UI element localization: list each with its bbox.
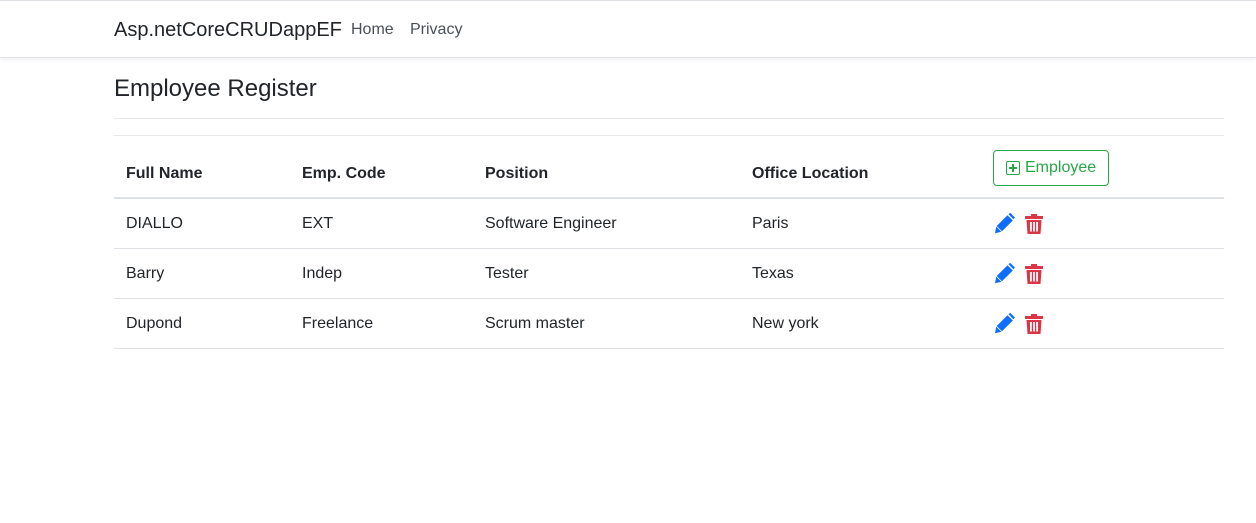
employee-table: Full Name Emp. Code Position Office Loca…	[114, 136, 1224, 349]
cell-office-location: Paris	[740, 198, 981, 249]
delete-button[interactable]	[1023, 263, 1045, 285]
table-header-row: Full Name Emp. Code Position Office Loca…	[114, 136, 1224, 199]
trash-icon	[1025, 263, 1043, 284]
divider	[114, 118, 1224, 119]
column-header-position: Position	[473, 136, 740, 199]
cell-position: Software Engineer	[473, 198, 740, 249]
edit-button[interactable]	[993, 262, 1015, 285]
row-actions	[993, 262, 1212, 285]
column-header-full-name: Full Name	[114, 136, 290, 199]
plus-square-icon	[1006, 160, 1020, 175]
pen-icon	[995, 262, 1015, 283]
trash-icon	[1025, 313, 1043, 334]
navbar: Asp.netCoreCRUDappEF Home Privacy	[0, 0, 1256, 58]
delete-button[interactable]	[1023, 213, 1045, 235]
table-row: Barry Indep Tester Texas	[114, 248, 1224, 299]
cell-position: Scrum master	[473, 298, 740, 349]
pen-icon	[995, 212, 1015, 233]
delete-button[interactable]	[1023, 313, 1045, 335]
edit-button[interactable]	[993, 212, 1015, 235]
table-row: Dupond Freelance Scrum master New york	[114, 298, 1224, 349]
nav-link-home[interactable]: Home	[351, 21, 394, 39]
cell-actions	[981, 298, 1224, 349]
cell-position: Tester	[473, 248, 740, 299]
add-employee-label: Employee	[1025, 158, 1097, 176]
cell-full-name: Dupond	[114, 298, 290, 349]
nav-link-privacy[interactable]: Privacy	[410, 21, 462, 39]
column-header-actions: Employee	[981, 136, 1224, 199]
column-header-office-location: Office Location	[740, 136, 981, 199]
table-row: DIALLO EXT Software Engineer Paris	[114, 198, 1224, 249]
column-header-emp-code: Emp. Code	[290, 136, 473, 199]
cell-office-location: New york	[740, 298, 981, 349]
cell-office-location: Texas	[740, 248, 981, 299]
trash-icon	[1025, 213, 1043, 234]
navbar-brand[interactable]: Asp.netCoreCRUDappEF	[114, 19, 342, 42]
cell-actions	[981, 248, 1224, 299]
page-title: Employee Register	[114, 75, 317, 102]
pen-icon	[995, 312, 1015, 333]
cell-full-name: DIALLO	[114, 198, 290, 249]
cell-actions	[981, 198, 1224, 249]
cell-emp-code: EXT	[290, 198, 473, 249]
edit-button[interactable]	[993, 312, 1015, 335]
add-employee-button[interactable]: Employee	[993, 149, 1110, 186]
row-actions	[993, 212, 1212, 235]
cell-emp-code: Freelance	[290, 298, 473, 349]
cell-full-name: Barry	[114, 248, 290, 299]
cell-emp-code: Indep	[290, 248, 473, 299]
row-actions	[993, 312, 1212, 335]
